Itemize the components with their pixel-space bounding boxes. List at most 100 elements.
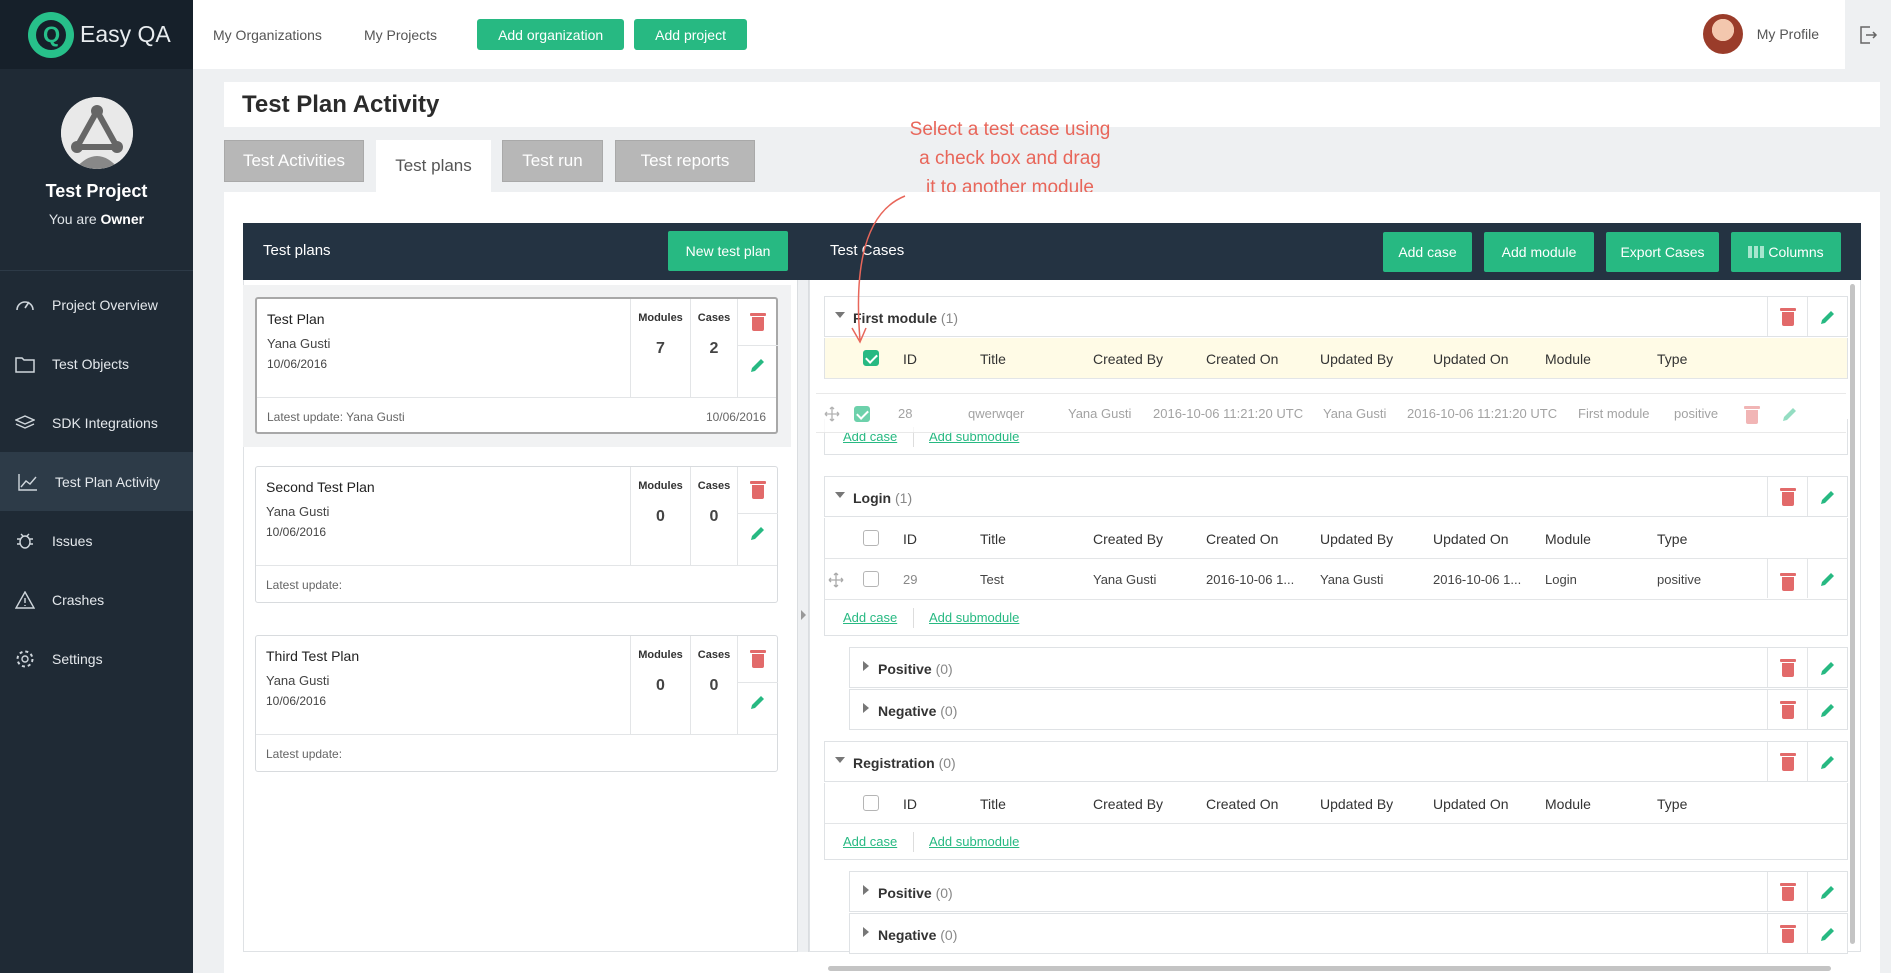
col-module[interactable]: Module (1545, 796, 1591, 812)
delete-module-button[interactable] (1767, 690, 1807, 729)
columns-button[interactable]: Columns (1731, 232, 1841, 272)
col-title[interactable]: Title (980, 531, 1006, 547)
delete-module-button[interactable] (1767, 297, 1807, 336)
col-created-on[interactable]: Created On (1206, 796, 1278, 812)
vertical-scrollbar[interactable] (1850, 284, 1855, 944)
sidebar-item-crashes[interactable]: Crashes (0, 570, 193, 629)
tab-test-reports[interactable]: Test reports (615, 140, 755, 182)
select-all-checkbox[interactable] (863, 795, 879, 811)
edit-module-button[interactable] (1807, 690, 1847, 729)
edit-module-button[interactable] (1807, 297, 1847, 336)
col-title[interactable]: Title (980, 351, 1006, 367)
add-case-link[interactable]: Add case (843, 610, 897, 625)
delete-module-button[interactable] (1767, 914, 1807, 953)
tab-test-run[interactable]: Test run (502, 140, 603, 182)
edit-module-button[interactable] (1807, 872, 1847, 911)
col-updated-by[interactable]: Updated By (1320, 796, 1393, 812)
col-module[interactable]: Module (1545, 531, 1591, 547)
sidebar-item-sdk-integrations[interactable]: SDK Integrations (0, 393, 193, 452)
new-test-plan-button[interactable]: New test plan (668, 231, 788, 271)
col-updated-on[interactable]: Updated On (1433, 796, 1509, 812)
col-type[interactable]: Type (1657, 796, 1687, 812)
tab-test-activities[interactable]: Test Activities (224, 140, 364, 182)
delete-module-button[interactable] (1767, 648, 1807, 687)
edit-plan-button[interactable] (738, 513, 778, 547)
my-organizations-link[interactable]: My Organizations (213, 27, 322, 43)
logout-button[interactable] (1845, 0, 1891, 69)
col-id[interactable]: ID (903, 531, 917, 547)
col-created-by[interactable]: Created By (1093, 531, 1163, 547)
delete-module-button[interactable] (1767, 742, 1807, 781)
col-updated-on[interactable]: Updated On (1433, 351, 1509, 367)
col-created-by[interactable]: Created By (1093, 351, 1163, 367)
delete-module-button[interactable] (1767, 872, 1807, 911)
delete-plan-button[interactable] (738, 312, 778, 336)
my-profile-link[interactable]: My Profile (1757, 26, 1819, 42)
drag-handle-icon[interactable] (824, 406, 840, 422)
col-type[interactable]: Type (1657, 531, 1687, 547)
delete-module-button[interactable] (1767, 477, 1807, 516)
col-created-by[interactable]: Created By (1093, 796, 1163, 812)
expand-icon[interactable] (863, 885, 869, 895)
add-submodule-link[interactable]: Add submodule (929, 834, 1019, 849)
sidebar-item-issues[interactable]: Issues (0, 511, 193, 570)
expand-icon[interactable] (863, 703, 869, 713)
trash-icon[interactable] (1744, 405, 1760, 424)
module-login[interactable]: Login (1) (824, 476, 1848, 517)
dragging-test-case-row[interactable]: 28 qwerwqer Yana Gusti 2016-10-06 11:21:… (816, 393, 1846, 433)
row-checkbox[interactable] (854, 406, 870, 422)
edit-module-button[interactable] (1807, 477, 1847, 516)
collapse-icon[interactable] (835, 492, 845, 498)
edit-case-button[interactable] (1807, 559, 1847, 598)
horizontal-scrollbar[interactable] (828, 966, 1831, 971)
delete-plan-button[interactable] (738, 649, 778, 673)
col-id[interactable]: ID (903, 796, 917, 812)
row-checkbox[interactable] (863, 571, 879, 587)
add-module-button[interactable]: Add module (1484, 232, 1594, 272)
export-cases-button[interactable]: Export Cases (1606, 232, 1719, 272)
edit-plan-button[interactable] (738, 345, 778, 379)
test-plan-card[interactable]: Second Test Plan Yana Gusti 10/06/2016 M… (255, 466, 778, 603)
test-plan-card[interactable]: Third Test Plan Yana Gusti 10/06/2016 Mo… (255, 635, 778, 772)
col-updated-by[interactable]: Updated By (1320, 351, 1393, 367)
edit-plan-button[interactable] (738, 682, 778, 716)
collapse-icon[interactable] (835, 757, 845, 763)
my-projects-link[interactable]: My Projects (364, 27, 437, 43)
add-case-link[interactable]: Add case (843, 834, 897, 849)
add-submodule-link[interactable]: Add submodule (929, 610, 1019, 625)
tab-test-plans[interactable]: Test plans (376, 140, 491, 192)
select-all-checkbox[interactable] (863, 530, 879, 546)
add-organization-button[interactable]: Add organization (477, 19, 625, 50)
col-updated-on[interactable]: Updated On (1433, 531, 1509, 547)
sidebar-item-settings[interactable]: Settings (0, 629, 193, 688)
delete-case-button[interactable] (1767, 559, 1807, 598)
expand-icon[interactable] (863, 661, 869, 671)
module-first-module[interactable]: First module (1) (824, 296, 1848, 337)
add-case-button[interactable]: Add case (1383, 232, 1472, 272)
sidebar-item-test-plan-activity[interactable]: Test Plan Activity (0, 452, 193, 511)
module-negative[interactable]: Negative (0) (849, 913, 1848, 954)
module-positive[interactable]: Positive (0) (849, 871, 1848, 912)
logo[interactable]: Easy QA (0, 0, 193, 69)
sidebar-item-project-overview[interactable]: Project Overview (0, 275, 193, 334)
edit-module-button[interactable] (1807, 648, 1847, 687)
delete-plan-button[interactable] (738, 480, 778, 504)
add-project-button[interactable]: Add project (634, 19, 747, 50)
col-created-on[interactable]: Created On (1206, 351, 1278, 367)
expand-icon[interactable] (863, 927, 869, 937)
module-negative[interactable]: Negative (0) (849, 689, 1848, 730)
profile-menu[interactable]: My Profile (1702, 14, 1819, 54)
drag-handle-icon[interactable] (828, 572, 844, 588)
col-title[interactable]: Title (980, 796, 1006, 812)
col-created-on[interactable]: Created On (1206, 531, 1278, 547)
sidebar-item-test-objects[interactable]: Test Objects (0, 334, 193, 393)
col-module[interactable]: Module (1545, 351, 1591, 367)
module-positive[interactable]: Positive (0) (849, 647, 1848, 688)
pencil-icon[interactable] (1781, 405, 1799, 423)
table-row[interactable]: 29 Test Yana Gusti 2016-10-06 1... Yana … (824, 559, 1848, 600)
edit-module-button[interactable] (1807, 742, 1847, 781)
module-registration[interactable]: Registration (0) (824, 741, 1848, 782)
edit-module-button[interactable] (1807, 914, 1847, 953)
col-type[interactable]: Type (1657, 351, 1687, 367)
panel-splitter[interactable] (797, 280, 809, 952)
